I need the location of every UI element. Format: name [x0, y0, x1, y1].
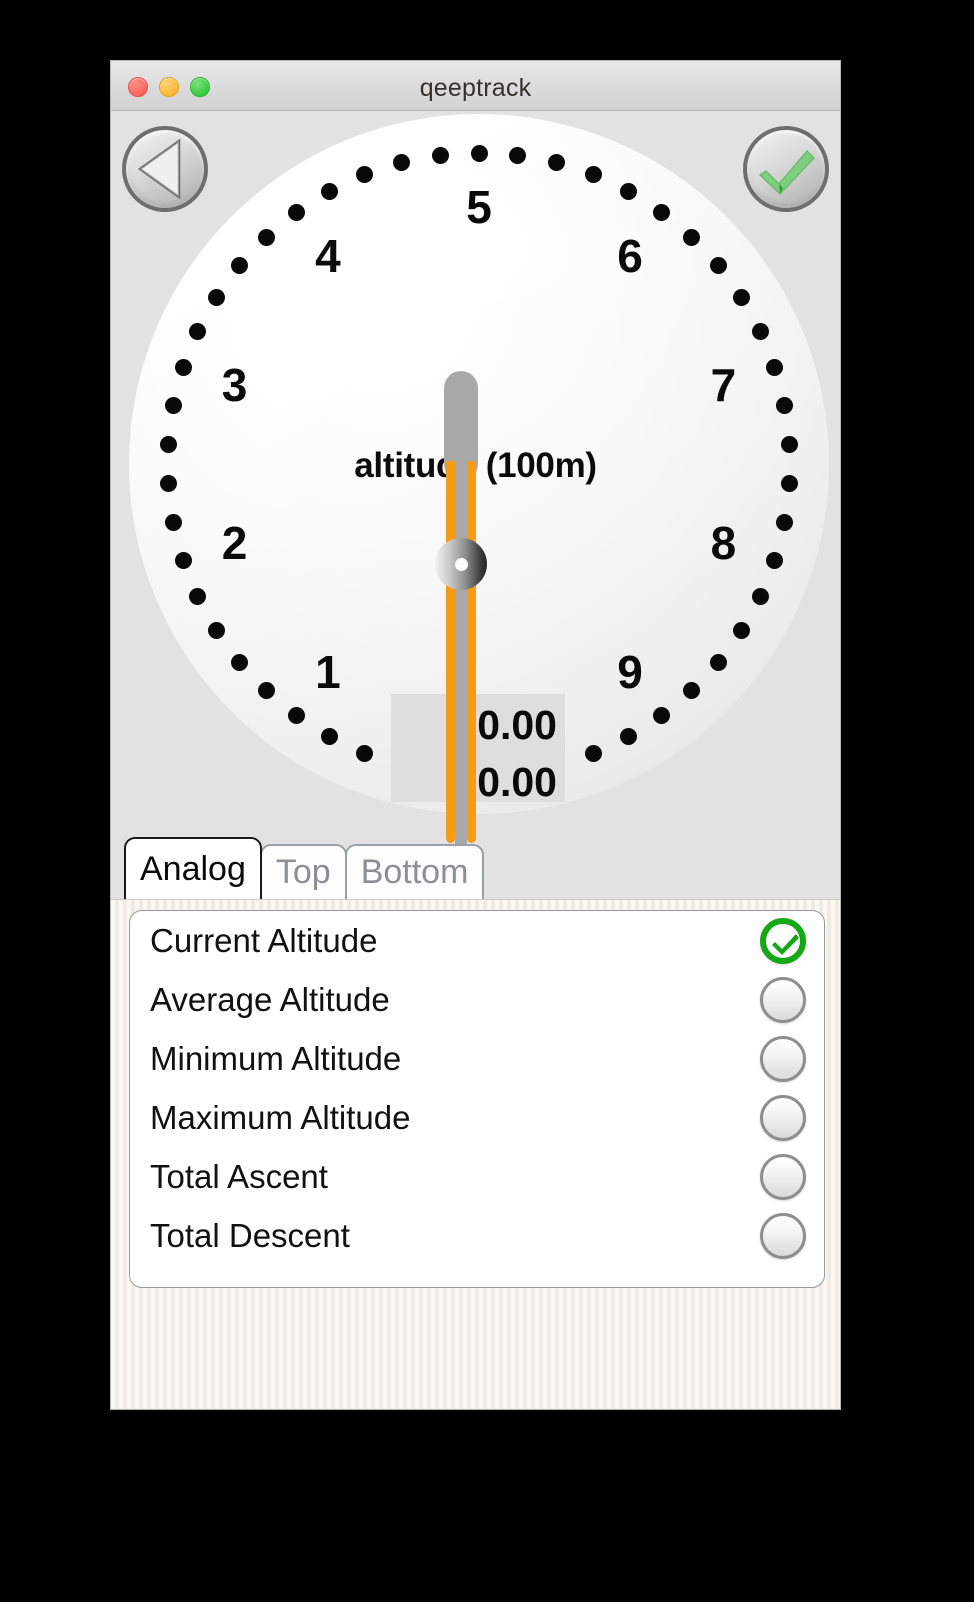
dial-tick	[257, 682, 275, 700]
dial-number-5: 5	[466, 181, 492, 233]
dial-tick	[174, 359, 192, 377]
dial-tick	[751, 587, 769, 605]
needle-blade-right	[467, 461, 476, 843]
dial-number-4: 4	[315, 230, 341, 283]
list-item[interactable]: Maximum Altitude	[130, 1088, 824, 1147]
dial-tick	[775, 513, 793, 531]
list-item[interactable]: Total Descent	[130, 1206, 824, 1265]
radio-selected-icon[interactable]	[760, 917, 806, 964]
dial-number-7: 7	[710, 358, 737, 411]
dial-tick	[207, 622, 225, 640]
dial-tick	[165, 513, 182, 531]
dial-tick	[287, 203, 305, 221]
dial-number-3: 3	[221, 358, 248, 411]
needle-hub-center-dot	[454, 557, 468, 571]
tab-analog[interactable]: Analog	[124, 837, 262, 899]
dial-tick	[230, 257, 248, 275]
list-item[interactable]: Current Altitude	[130, 911, 824, 970]
tab-top[interactable]: Top	[259, 844, 347, 899]
dial-tick	[431, 146, 449, 164]
list-item-label: Minimum Altitude	[150, 1039, 402, 1077]
dial-number-8: 8	[710, 517, 737, 570]
dial-tick	[751, 323, 769, 341]
triangle-left-icon	[137, 138, 181, 200]
title-bar: qeeptrack	[111, 61, 840, 111]
dial-number-1: 1	[315, 645, 341, 698]
dial-tick	[470, 144, 488, 162]
dial-number-6: 6	[617, 230, 643, 283]
digital-readout-box: 0.00 0.00	[391, 694, 565, 803]
dial-tick	[584, 744, 602, 762]
radio-unselected-icon[interactable]	[760, 1035, 806, 1082]
dial-number-2: 2	[221, 517, 248, 570]
needle-core	[455, 461, 467, 859]
gauge-panel: 123456789 altitude (100m) 0.00 0.00 Anal…	[111, 111, 840, 899]
dial-tick	[547, 154, 565, 172]
needle-blade-left	[446, 461, 455, 843]
dial-tick	[710, 653, 728, 671]
list-item-label: Maximum Altitude	[150, 1098, 411, 1136]
window-title: qeeptrack	[419, 74, 532, 102]
dial-tick	[356, 744, 373, 762]
dial-tick	[174, 551, 192, 569]
dial-tick	[766, 551, 784, 569]
list-item[interactable]: Minimum Altitude	[130, 1029, 824, 1088]
list-item[interactable]: Total Ascent	[130, 1147, 824, 1206]
list-item[interactable]: Average Altitude	[130, 970, 824, 1029]
dial-tick	[733, 288, 751, 306]
radio-unselected-icon[interactable]	[760, 1094, 806, 1141]
list-item-label: Total Descent	[150, 1216, 350, 1254]
app-window: qeeptrack 123456789 altitude (100m) 0.00…	[110, 60, 841, 1410]
needle-hub	[435, 538, 487, 590]
dial-tick	[320, 728, 338, 746]
check-icon	[772, 933, 799, 955]
tab-label: Bottom	[360, 853, 469, 891]
list-item-label: Total Ascent	[150, 1157, 328, 1195]
check-icon	[759, 150, 815, 195]
back-button[interactable]	[122, 126, 208, 212]
metric-list: Current Altitude Average Altitude Minimum …	[129, 910, 825, 1288]
apply-button[interactable]	[743, 126, 829, 212]
tab-label: Analog	[140, 849, 246, 888]
dial-tick	[189, 587, 207, 605]
radio-unselected-icon[interactable]	[760, 976, 806, 1023]
tab-bar: Analog Top Bottom	[124, 837, 485, 899]
list-item-label: Average Altitude	[150, 980, 390, 1018]
dial-number-9: 9	[617, 645, 643, 698]
metric-list-panel: Current Altitude Average Altitude Minimum …	[111, 899, 840, 1409]
radio-unselected-icon[interactable]	[760, 1212, 806, 1259]
dial-tick	[320, 182, 338, 200]
tab-bottom[interactable]: Bottom	[344, 844, 485, 899]
list-item-label: Current Altitude	[150, 921, 378, 959]
dial-tick	[287, 707, 305, 725]
dial-tick	[207, 288, 225, 306]
tab-label: Top	[275, 853, 331, 891]
dial-tick	[257, 228, 275, 246]
dial-tick	[230, 653, 248, 671]
radio-unselected-icon[interactable]	[760, 1153, 806, 1200]
